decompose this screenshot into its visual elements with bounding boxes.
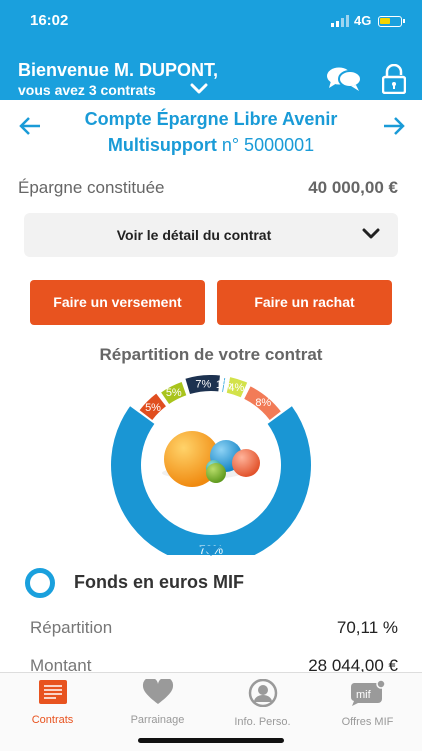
padlock-icon[interactable] bbox=[382, 64, 406, 94]
welcome-text: Bienvenue M. DUPONT, bbox=[18, 60, 219, 80]
tab-offres-mif[interactable]: mif Offres MIF bbox=[315, 679, 420, 728]
status-bar: 16:02 4G bbox=[0, 10, 422, 32]
fund-name: Fonds en euros MIF bbox=[74, 572, 245, 592]
previous-contract-arrow-icon[interactable] bbox=[18, 114, 42, 138]
status-time: 16:02 bbox=[30, 12, 69, 29]
repartition-label: Répartition bbox=[30, 618, 113, 637]
tab-label: Info. Perso. bbox=[234, 716, 291, 728]
rachat-button[interactable]: Faire un rachat bbox=[217, 280, 392, 325]
contract-title-line1: Compte Épargne Libre Avenir bbox=[84, 109, 338, 129]
contract-doc-icon bbox=[38, 680, 67, 704]
user-icon bbox=[248, 678, 277, 708]
decorative-balls bbox=[162, 431, 260, 487]
donut-slice-label: 7% bbox=[195, 378, 211, 390]
network-type: 4G bbox=[354, 13, 372, 28]
repartition-donut-chart: 5%5%7% 1%4%8%70% bbox=[111, 375, 311, 555]
tab-label: Contrats bbox=[31, 714, 74, 726]
versement-button[interactable]: Faire un versement bbox=[30, 280, 205, 325]
tab-label: Parrainage bbox=[130, 714, 185, 726]
contract-type: Multisupport bbox=[107, 135, 217, 155]
battery-icon bbox=[378, 16, 405, 27]
heart-icon bbox=[142, 677, 173, 704]
savings-value: 40 000,00 € bbox=[308, 178, 398, 197]
donut-pointer bbox=[201, 546, 221, 556]
repartition-value: 70,11 % bbox=[336, 618, 398, 637]
contracts-count-text[interactable]: vous avez 3 contrats bbox=[18, 82, 156, 98]
tab-label: Offres MIF bbox=[341, 716, 394, 728]
savings-label: Épargne constituée bbox=[18, 178, 165, 197]
mif-offers-icon: mif bbox=[350, 679, 386, 706]
contract-detail-label: Voir le détail du contrat bbox=[116, 227, 272, 243]
svg-text:mif: mif bbox=[356, 689, 372, 701]
donut-slice-label: 4% bbox=[228, 382, 244, 394]
contract-title-line2: Multisupport n° 5000001 bbox=[50, 132, 372, 158]
contract-number: n° 5000001 bbox=[221, 135, 315, 155]
contract-title: Compte Épargne Libre Avenir Multisupport… bbox=[50, 106, 372, 158]
chevron-down-icon[interactable] bbox=[190, 82, 208, 96]
next-contract-arrow-icon[interactable] bbox=[382, 114, 406, 138]
tab-contrats[interactable]: Contrats bbox=[0, 679, 105, 726]
tab-parrainage[interactable]: Parrainage bbox=[105, 677, 210, 726]
chevron-down-icon bbox=[362, 228, 380, 239]
app-header: 16:02 4G Bienvenue M. DUPONT, vous avez … bbox=[0, 0, 422, 100]
signal-icon bbox=[331, 15, 349, 27]
fund-color-marker bbox=[25, 568, 55, 598]
donut-slice-label: 8% bbox=[255, 397, 271, 409]
donut-slice-label: 5% bbox=[145, 402, 161, 414]
repartition-title: Répartition de votre contrat bbox=[99, 345, 323, 364]
contract-detail-dropdown[interactable]: Voir le détail du contrat bbox=[24, 213, 398, 257]
tab-info-perso[interactable]: Info. Perso. bbox=[210, 678, 315, 728]
home-indicator bbox=[138, 738, 284, 743]
donut-slice-label: 5% bbox=[166, 387, 182, 399]
chat-bubbles-icon[interactable] bbox=[326, 66, 362, 92]
